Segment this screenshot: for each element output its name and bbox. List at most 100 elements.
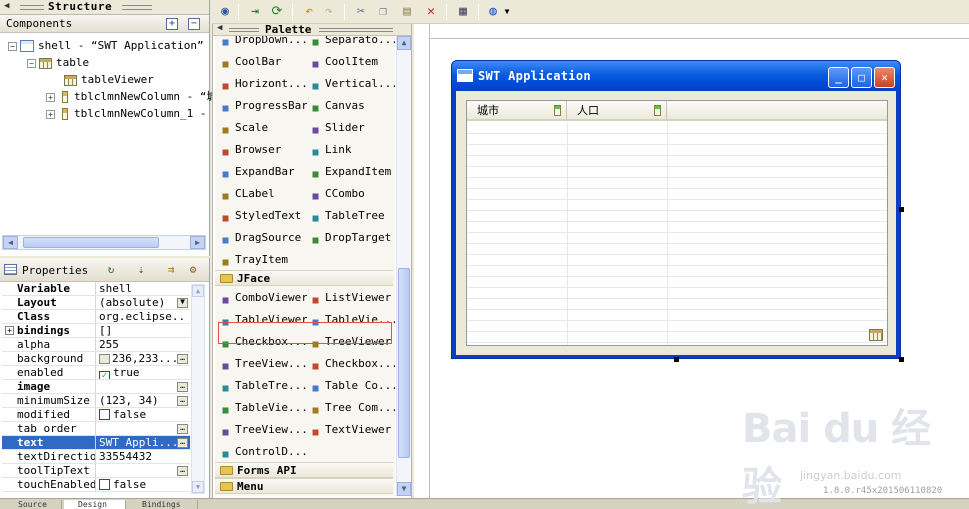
palette-category-jface[interactable]: JFace xyxy=(215,270,393,286)
property-value[interactable]: ✓ true xyxy=(99,366,187,379)
palette-item[interactable]: ■ Link xyxy=(309,140,395,160)
checkbox-unchecked-icon[interactable] xyxy=(99,409,110,420)
palette-item[interactable]: ■ Vertical... xyxy=(309,74,395,94)
palette-item[interactable]: ■ Tree Com... xyxy=(309,398,395,418)
goto-definition-icon[interactable]: ⇣ xyxy=(134,263,148,277)
property-row-text[interactable]: text SWT Appli...… xyxy=(2,436,190,450)
palette-item[interactable]: ■ CoolBar xyxy=(219,52,307,72)
palette-item[interactable]: ■ TableVie... xyxy=(219,398,307,418)
property-value[interactable]: false xyxy=(99,478,187,491)
palette-item[interactable]: ■ ExpandBar xyxy=(219,162,307,182)
property-row-class[interactable]: Class org.eclipse... xyxy=(2,310,190,324)
cut-icon[interactable]: ✂ xyxy=(352,3,370,21)
property-row-variable[interactable]: Variable shell xyxy=(2,282,190,296)
palette-item[interactable]: ■ Scale xyxy=(219,118,307,138)
ellipsis-button[interactable]: … xyxy=(177,396,188,406)
resize-handle[interactable] xyxy=(899,357,904,362)
property-row-bindings[interactable]: + bindings[] xyxy=(2,324,190,338)
palette-item[interactable]: ■ Horizont... xyxy=(219,74,307,94)
palette-item[interactable]: ■ Browser xyxy=(219,140,307,160)
property-row-image[interactable]: image… xyxy=(2,380,190,394)
palette-item[interactable]: ■ TreeView... xyxy=(219,354,307,374)
property-value[interactable]: 236,233... xyxy=(99,352,187,365)
palette-item[interactable]: ■ ExpandItem xyxy=(309,162,395,182)
palette-item[interactable]: ■ TrayItem xyxy=(219,250,307,270)
property-value[interactable] xyxy=(99,422,187,435)
collapse-all-icon[interactable]: − xyxy=(188,18,200,30)
palette-category-forms-api[interactable]: Forms API xyxy=(215,462,393,478)
paste-icon[interactable]: ▤ xyxy=(398,3,416,21)
tree-item-table[interactable]: − table xyxy=(27,55,89,71)
scroll-up-icon[interactable]: ▲ xyxy=(192,285,204,297)
scroll-down-icon[interactable]: ▼ xyxy=(192,481,204,493)
palette-category-menu[interactable]: Menu xyxy=(215,478,393,494)
tree-item-tableviewer[interactable]: tableViewer xyxy=(64,72,154,88)
property-value[interactable]: 33554432 xyxy=(99,450,187,463)
palette-item[interactable]: ■ ControlD... xyxy=(219,442,307,462)
property-row-enabled[interactable]: enabled ✓ true xyxy=(2,366,190,380)
structure-view-title-bar[interactable]: ◀ Structure xyxy=(0,0,209,15)
palette-item[interactable]: ■ DropDown... xyxy=(219,36,307,50)
palette-item[interactable]: ■ CLabel xyxy=(219,184,307,204)
palette-item[interactable]: ■ Slider xyxy=(309,118,395,138)
ellipsis-button[interactable]: … xyxy=(177,424,188,434)
copy-icon[interactable]: ❐ xyxy=(374,3,392,21)
property-value[interactable]: SWT Appli... xyxy=(99,436,187,449)
tree-horizontal-scrollbar[interactable]: ◀ ▶ xyxy=(2,235,206,250)
property-row-minimumsize[interactable]: minimumSize (123, 34)… xyxy=(2,394,190,408)
delete-icon[interactable]: ✕ xyxy=(422,3,440,21)
column-header-population[interactable]: 人口 xyxy=(567,101,667,121)
palette-item[interactable]: ■ DragSource xyxy=(219,228,307,248)
palette-title-bar[interactable]: ◀ Palette xyxy=(213,23,411,36)
palette-item[interactable]: ■ Separato... xyxy=(309,36,395,50)
property-value[interactable] xyxy=(99,464,187,477)
swt-window-titlebar[interactable]: SWT Application _ □ ✕ xyxy=(452,61,900,91)
ellipsis-button[interactable]: … xyxy=(177,354,188,364)
collapse-left-icon[interactable]: ◀ xyxy=(217,23,222,33)
defaults-icon[interactable]: ⚙ xyxy=(186,263,200,277)
palette-item[interactable]: ■ ProgressBar xyxy=(219,96,307,116)
convert-local-icon[interactable]: ⇉ xyxy=(164,263,178,277)
property-value[interactable]: [] xyxy=(99,324,187,337)
palette-item[interactable]: ■ StyledText xyxy=(219,206,307,226)
property-row-touchenabled[interactable]: touchEnabled false xyxy=(2,478,190,492)
resize-handle[interactable] xyxy=(674,357,679,362)
palette-item[interactable]: ■ TableTree xyxy=(309,206,395,226)
minimize-icon[interactable]: _ xyxy=(828,67,849,88)
property-value[interactable] xyxy=(99,380,187,393)
palette-item[interactable]: ■ TableTre... xyxy=(219,376,307,396)
resize-handle[interactable] xyxy=(899,207,904,212)
scroll-up-icon[interactable]: ▲ xyxy=(397,36,411,50)
property-value[interactable]: org.eclipse... xyxy=(99,310,187,323)
palette-item[interactable]: ■ ListViewer xyxy=(309,288,395,308)
palette-item[interactable]: ■ ComboViewer xyxy=(219,288,307,308)
palette-item[interactable]: ■ Checkbox... xyxy=(309,354,395,374)
dropdown-arrow-icon[interactable]: ▼ xyxy=(177,298,188,308)
property-row-taborder[interactable]: tab order… xyxy=(2,422,190,436)
property-value[interactable]: false xyxy=(99,408,187,421)
palette-item[interactable]: ■ Canvas xyxy=(309,96,395,116)
ellipsis-button[interactable]: … xyxy=(177,466,188,476)
palette-item[interactable]: ■ TreeView... xyxy=(219,420,307,440)
checkbox-checked-icon[interactable]: ✓ xyxy=(99,371,110,379)
palette-item[interactable]: ■ CoolItem xyxy=(309,52,395,72)
property-row-alpha[interactable]: alpha 255 xyxy=(2,338,190,352)
close-icon[interactable]: ✕ xyxy=(874,67,895,88)
scroll-thumb[interactable] xyxy=(398,268,410,458)
property-row-background[interactable]: background 236,233...… xyxy=(2,352,190,366)
palette-item[interactable]: ■ CCombo xyxy=(309,184,395,204)
scroll-down-icon[interactable]: ▼ xyxy=(397,482,411,496)
checkbox-unchecked-icon[interactable] xyxy=(99,479,110,490)
ellipsis-button[interactable]: … xyxy=(177,438,188,448)
expand-all-icon[interactable]: + xyxy=(166,18,178,30)
maximize-icon[interactable]: □ xyxy=(851,67,872,88)
collapse-icon[interactable]: − xyxy=(8,41,17,51)
dropdown-arrow-icon[interactable]: ▼ xyxy=(502,3,512,21)
properties-vertical-scrollbar[interactable]: ▲ ▼ xyxy=(191,284,205,494)
redo-icon[interactable]: ↷ xyxy=(320,3,338,21)
goto-source-icon[interactable]: ⇥ xyxy=(246,3,264,21)
property-value[interactable]: shell xyxy=(99,282,187,295)
property-value[interactable]: (absolute) xyxy=(99,296,187,309)
test-gui-icon[interactable]: ◉ xyxy=(216,3,234,21)
property-row-tooltiptext[interactable]: toolTipText… xyxy=(2,464,190,478)
